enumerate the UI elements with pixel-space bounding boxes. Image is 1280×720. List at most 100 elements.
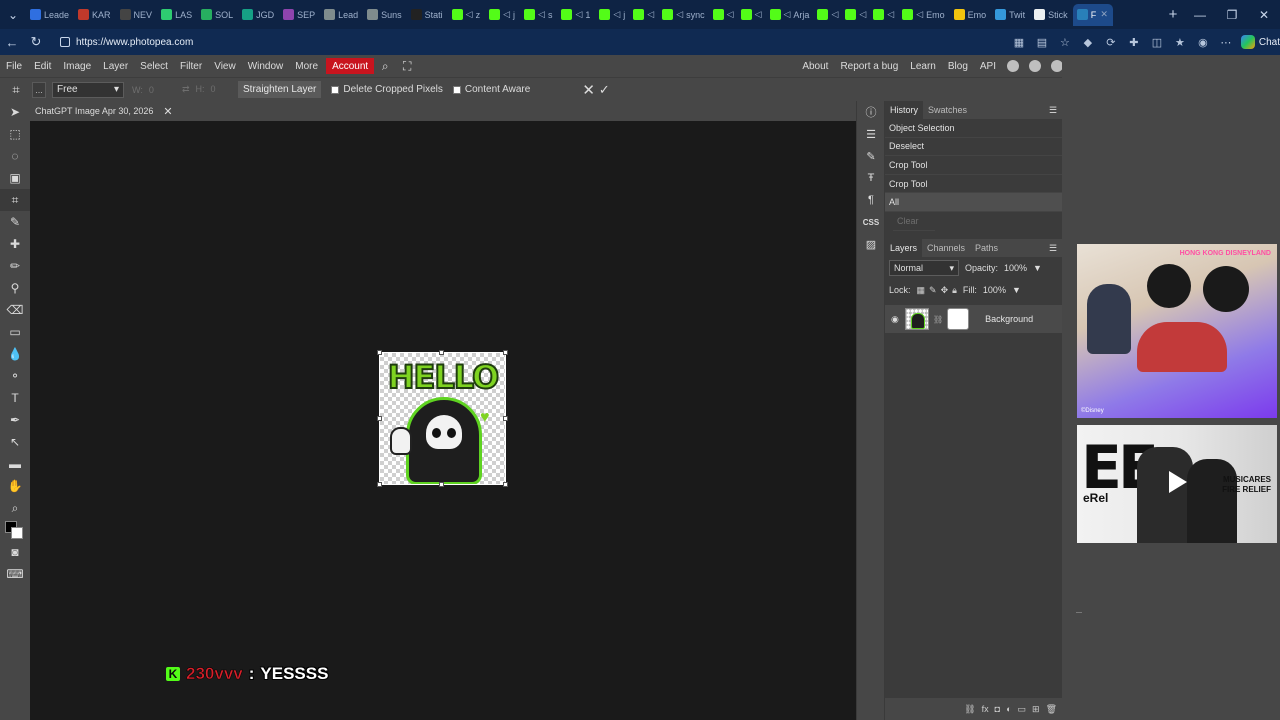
path-select-tool-icon[interactable]: ↖ [0,431,30,453]
reddit-icon[interactable] [1002,55,1024,77]
layer-style-icon[interactable]: fx [982,704,989,714]
crop-handle-br[interactable] [503,482,508,487]
audio-playing-icon[interactable]: ◁ [647,9,654,20]
background-color[interactable] [11,527,23,539]
browser-tab[interactable]: ◁ [814,4,841,26]
audio-playing-icon[interactable]: ◁ [575,9,582,20]
browser-tab[interactable]: ◁ Emo [898,4,948,26]
menu-window[interactable]: Window [242,55,290,77]
healing-tool-icon[interactable]: ✚ [0,233,30,255]
browser-tab[interactable]: ◁ 1 [557,4,594,26]
lasso-tool-icon[interactable]: ◌ [0,145,30,167]
copilot-button[interactable]: Chat [1240,35,1280,49]
audio-playing-icon[interactable]: ◁ [755,9,762,20]
history-item[interactable]: Object Selection [885,119,1062,138]
crop-handle-tl[interactable] [377,350,382,355]
audio-playing-icon[interactable]: ◁ [503,9,510,20]
content-aware-checkbox[interactable]: Content Aware [452,84,530,95]
lock-position-icon[interactable]: ✥ [941,285,949,296]
info-icon[interactable]: ⓘ [857,101,885,123]
ratio-select[interactable]: Free ▾ [52,81,124,98]
fill-dropdown-icon[interactable]: ▼ [1012,285,1021,295]
marquee-tool-icon[interactable]: ⬚ [0,123,30,145]
width-field[interactable]: W: 0 [132,85,174,95]
profile-avatar-icon[interactable]: ◉ [1196,35,1210,49]
crop-handle-r[interactable] [503,416,508,421]
pen-tool-icon[interactable]: ✒ [0,409,30,431]
opacity-value[interactable]: 100% [1004,263,1027,273]
browser-tab[interactable]: ◁ [630,4,657,26]
twitter-icon[interactable] [1024,55,1046,77]
menu-more[interactable]: More [289,55,324,77]
menu-report-bug[interactable]: Report a bug [834,55,904,77]
mask-link-icon[interactable]: ⛓ [933,315,943,324]
menu-blog[interactable]: Blog [942,55,974,77]
fullscreen-icon[interactable]: ⛶ [396,55,418,77]
play-icon[interactable] [1169,471,1187,493]
gradient-tool-icon[interactable]: ▭ [0,321,30,343]
eyedropper-tool-icon[interactable]: ✎ [0,211,30,233]
tab-layers[interactable]: Layers [885,239,923,257]
favorites-icon[interactable]: ★ [1173,35,1187,49]
brush-tool-icon[interactable]: ✏ [0,255,30,277]
browser-tab[interactable]: ◁ [842,4,869,26]
more-menu-icon[interactable]: ⋯ [1219,35,1233,49]
browser-tab[interactable]: Stati [407,4,447,26]
straighten-layer-button[interactable]: Straighten Layer [238,81,322,98]
history-item[interactable]: Deselect [885,138,1062,157]
browser-tab[interactable]: ◁ [738,4,765,26]
puzzle-icon[interactable]: ✚ [1127,35,1141,49]
lock-all-icon[interactable]: 🔒︎ [952,285,957,296]
apps-icon[interactable]: ▦ [1012,35,1026,49]
fill-value[interactable]: 100% [983,285,1006,295]
tab-channels[interactable]: Channels [922,239,970,257]
new-group-icon[interactable]: ▭ [1018,704,1027,715]
character-panel-icon[interactable]: Ŧ [857,167,885,189]
adjustments-icon[interactable]: ☰ [857,123,885,145]
crop-handle-b[interactable] [439,482,444,487]
shape-tool-icon[interactable]: ▬ [0,453,30,475]
delete-cropped-checkbox[interactable]: Delete Cropped Pixels [331,84,443,95]
dodge-tool-icon[interactable]: ⚬ [0,365,30,387]
opacity-dropdown-icon[interactable]: ▼ [1033,263,1042,273]
menu-layer[interactable]: Layer [97,55,134,77]
audio-playing-icon[interactable]: ◁ [676,9,683,20]
crop-handle-l[interactable] [377,416,382,421]
browser-tab[interactable]: ◁ [710,4,737,26]
new-tab-button[interactable]: + [1162,6,1184,23]
browser-tab[interactable]: F ✕ [1072,3,1114,26]
crop-tool-icon[interactable]: ⌗ [0,189,30,211]
crop-handle-t[interactable] [439,350,444,355]
audio-playing-icon[interactable]: ◁ [538,9,545,20]
browser-tab[interactable]: Twit [991,4,1029,26]
history-item[interactable]: Crop Tool [885,156,1062,175]
audio-playing-icon[interactable]: ◁ [831,9,838,20]
browser-tab[interactable]: ◁ j [595,4,629,26]
browser-tab[interactable]: KAR [74,4,115,26]
menu-select[interactable]: Select [134,55,174,77]
audio-playing-icon[interactable]: ◁ [887,9,894,20]
browser-tab[interactable]: ◁ Arja [766,4,814,26]
document-tab[interactable]: ChatGPT Image Apr 30, 2026 ✕ [30,101,175,121]
menu-about[interactable]: About [796,55,834,77]
panel-menu-icon[interactable]: ☰ [1048,105,1058,115]
tab-swatches[interactable]: Swatches [923,101,972,119]
browser-tab[interactable]: NEV [116,4,157,26]
search-icon[interactable]: ⌕ [374,55,396,77]
layer-row-background[interactable]: ◉ ⛓ Background [885,305,1062,333]
image-panel-icon[interactable]: ▨ [857,233,885,255]
browser-tab[interactable]: LAS [157,4,196,26]
browser-tab[interactable]: ◁ sync [658,4,708,26]
audio-playing-icon[interactable]: ◁ [916,9,923,20]
restore-icon[interactable]: ❐ [1216,0,1248,29]
menu-api[interactable]: API [974,55,1002,77]
split-view-icon[interactable]: ◫ [1150,35,1164,49]
new-layer-icon[interactable]: ⊞ [1032,704,1040,715]
audio-playing-icon[interactable]: ◁ [859,9,866,20]
eraser-tool-icon[interactable]: ⌫ [0,299,30,321]
menu-image[interactable]: Image [57,55,97,77]
url-field[interactable]: https://www.photopea.com [52,31,1012,53]
crop-presets-button[interactable]: ... [32,81,46,98]
color-swatches[interactable] [0,519,30,541]
browser-tab[interactable]: JGD [238,4,278,26]
